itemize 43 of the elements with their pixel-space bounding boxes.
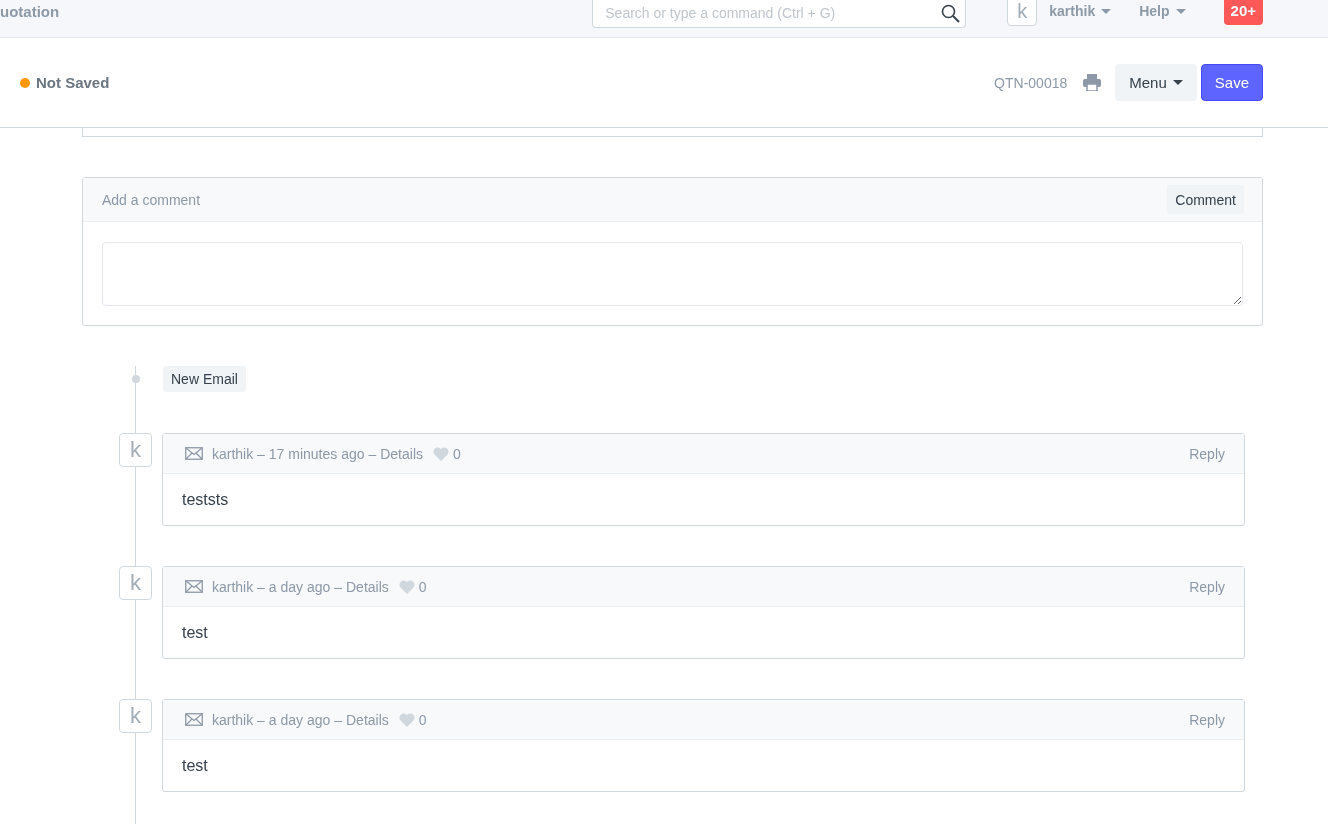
- heart-icon[interactable]: [433, 446, 449, 461]
- email-meta: karthik – 17 minutes ago –: [212, 445, 377, 462]
- details-link[interactable]: Details: [380, 445, 423, 462]
- email-body: test: [182, 623, 208, 642]
- search-icon: [941, 4, 961, 23]
- envelope-icon: [185, 580, 203, 593]
- comment-input[interactable]: [102, 242, 1243, 306]
- reply-link[interactable]: Reply: [1189, 578, 1225, 595]
- caret-icon: [1175, 8, 1186, 14]
- breadcrumb-title[interactable]: uotation: [0, 3, 60, 20]
- caret-icon: [1172, 80, 1183, 85]
- user-avatar[interactable]: k: [1007, 0, 1038, 26]
- email-body: teststs: [182, 490, 229, 509]
- search-field[interactable]: Search or type a command (Ctrl + G): [592, 0, 967, 28]
- user-avatar: k: [119, 433, 152, 467]
- notification-badge[interactable]: 20+: [1223, 0, 1263, 25]
- like-count: 0: [418, 711, 427, 728]
- envelope-icon: [185, 713, 203, 726]
- status-label: Not Saved: [36, 74, 110, 91]
- new-email-button[interactable]: New Email: [163, 366, 246, 392]
- envelope-icon: [185, 447, 203, 460]
- heart-icon[interactable]: [398, 579, 415, 594]
- document-name: QTN-00018: [994, 74, 1068, 91]
- like-count: 0: [453, 445, 461, 462]
- reply-link[interactable]: Reply: [1189, 445, 1225, 462]
- email-meta: karthik – a day ago –: [212, 578, 342, 595]
- help-menu[interactable]: Help: [1139, 3, 1186, 19]
- caret-icon: [1101, 8, 1112, 14]
- email-body: test: [182, 756, 208, 775]
- heart-icon[interactable]: [398, 712, 415, 727]
- like-count: 0: [418, 578, 427, 595]
- comment-button[interactable]: Comment: [1167, 185, 1244, 214]
- email-meta: karthik – a day ago –: [212, 711, 342, 728]
- comment-heading: Add a comment: [102, 191, 201, 208]
- menu-button[interactable]: Menu: [1115, 64, 1197, 101]
- details-link[interactable]: Details: [346, 711, 389, 728]
- reply-link[interactable]: Reply: [1189, 711, 1225, 728]
- user-avatar: k: [119, 699, 152, 733]
- user-avatar: k: [119, 566, 152, 600]
- printer-icon[interactable]: [1083, 74, 1102, 91]
- details-link[interactable]: Details: [346, 578, 389, 595]
- save-button[interactable]: Save: [1200, 64, 1263, 101]
- user-menu[interactable]: karthik: [1049, 3, 1112, 19]
